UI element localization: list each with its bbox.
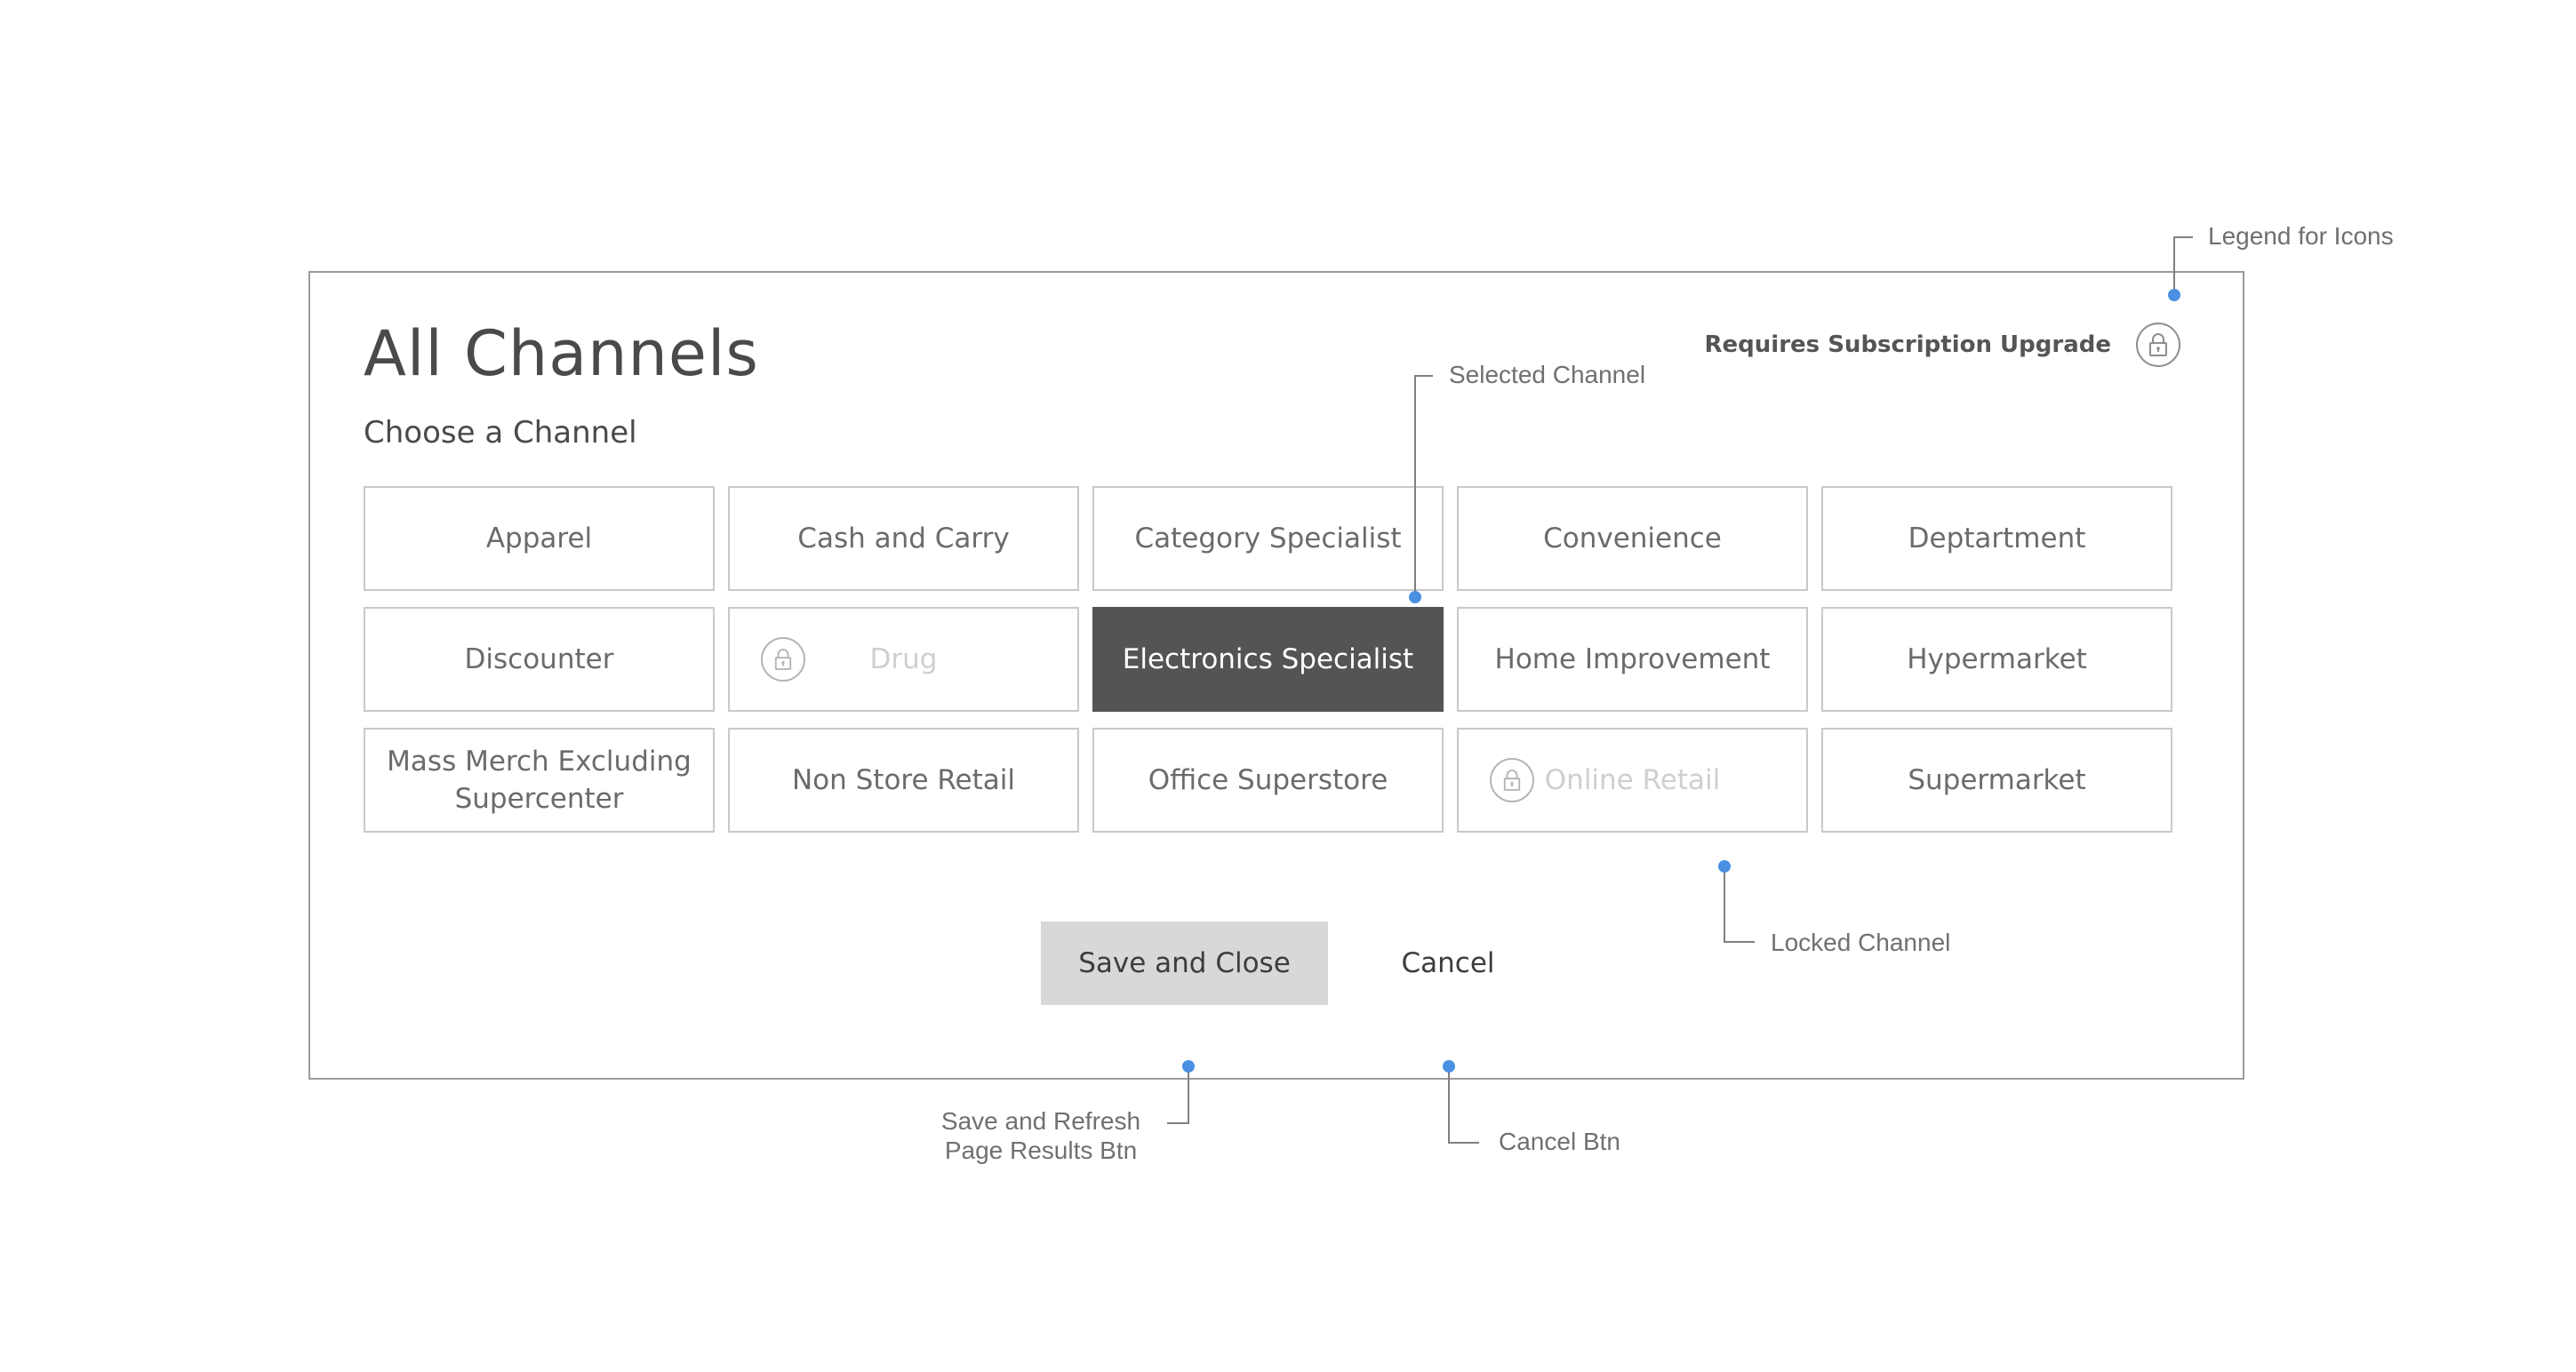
channel-modal: All Channels Choose a Channel Requires S… — [308, 271, 2244, 1080]
cancel-button[interactable]: Cancel — [1359, 921, 1537, 1005]
channel-label: Convenience — [1543, 522, 1722, 554]
channel-tile[interactable]: Electronics Specialist — [1092, 607, 1444, 712]
channel-tile[interactable]: Office Superstore — [1092, 728, 1444, 833]
channel-tile[interactable]: Convenience — [1457, 486, 1808, 591]
annotation-legend: Legend for Icons — [2208, 222, 2394, 250]
channel-label: Supermarket — [1908, 764, 2086, 796]
channel-grid: Apparel Cash and Carry Category Specialist… — [364, 486, 2193, 833]
channel-label: Apparel — [485, 522, 593, 554]
lock-icon — [761, 637, 805, 682]
icon-legend: Requires Subscription Upgrade — [1705, 323, 2180, 367]
channel-tile: Online Retail — [1457, 728, 1808, 833]
legend-label: Requires Subscription Upgrade — [1704, 331, 2111, 358]
channel-label: Non Store Retail — [791, 764, 1016, 796]
channel-tile[interactable]: Home Improvement — [1457, 607, 1808, 712]
channel-label: Home Improvement — [1494, 643, 1771, 675]
channel-tile[interactable]: Mass Merch Excluding Supercenter — [364, 728, 715, 833]
channel-label: Electronics Specialist — [1122, 643, 1414, 675]
annotation-save: Save and Refresh Page Results Btn — [934, 1106, 1148, 1165]
lock-icon — [1490, 758, 1534, 802]
channel-label: Drug — [869, 643, 938, 675]
annotation-save-line1: Save and Refresh — [940, 1107, 1141, 1135]
channel-label: Cash and Carry — [797, 522, 1010, 554]
channel-label: Office Superstore — [1148, 764, 1388, 796]
channel-label: Category Specialist — [1134, 522, 1402, 554]
channel-tile[interactable]: Non Store Retail — [728, 728, 1079, 833]
channel-label: Online Retail — [1544, 764, 1721, 796]
channel-label: Hypermarket — [1907, 643, 2087, 675]
channel-label: Deptartment — [1908, 522, 2086, 554]
save-and-close-button[interactable]: Save and Close — [1041, 921, 1328, 1005]
channel-tile[interactable]: Hypermarket — [1821, 607, 2172, 712]
channel-tile[interactable]: Supermarket — [1821, 728, 2172, 833]
page-subtitle: Choose a Channel — [364, 415, 637, 451]
channel-tile[interactable]: Cash and Carry — [728, 486, 1079, 591]
channel-label: Mass Merch Excluding Supercenter — [387, 746, 692, 815]
annotation-cancel: Cancel Btn — [1499, 1128, 1620, 1155]
channel-tile[interactable]: Apparel — [364, 486, 715, 591]
channel-tile[interactable]: Discounter — [364, 607, 715, 712]
channel-tile: Drug — [728, 607, 1079, 712]
channel-tile[interactable]: Deptartment — [1821, 486, 2172, 591]
annotation-locked: Locked Channel — [1771, 929, 1951, 956]
lock-icon — [2136, 323, 2180, 367]
channel-label: Discounter — [464, 643, 614, 675]
modal-actions: Save and Close Cancel — [310, 921, 2243, 1005]
channel-tile[interactable]: Category Specialist — [1092, 486, 1444, 591]
annotation-save-line2: Page Results Btn — [944, 1137, 1138, 1164]
page-title: All Channels — [364, 317, 759, 390]
annotation-selected: Selected Channel — [1449, 361, 1646, 388]
